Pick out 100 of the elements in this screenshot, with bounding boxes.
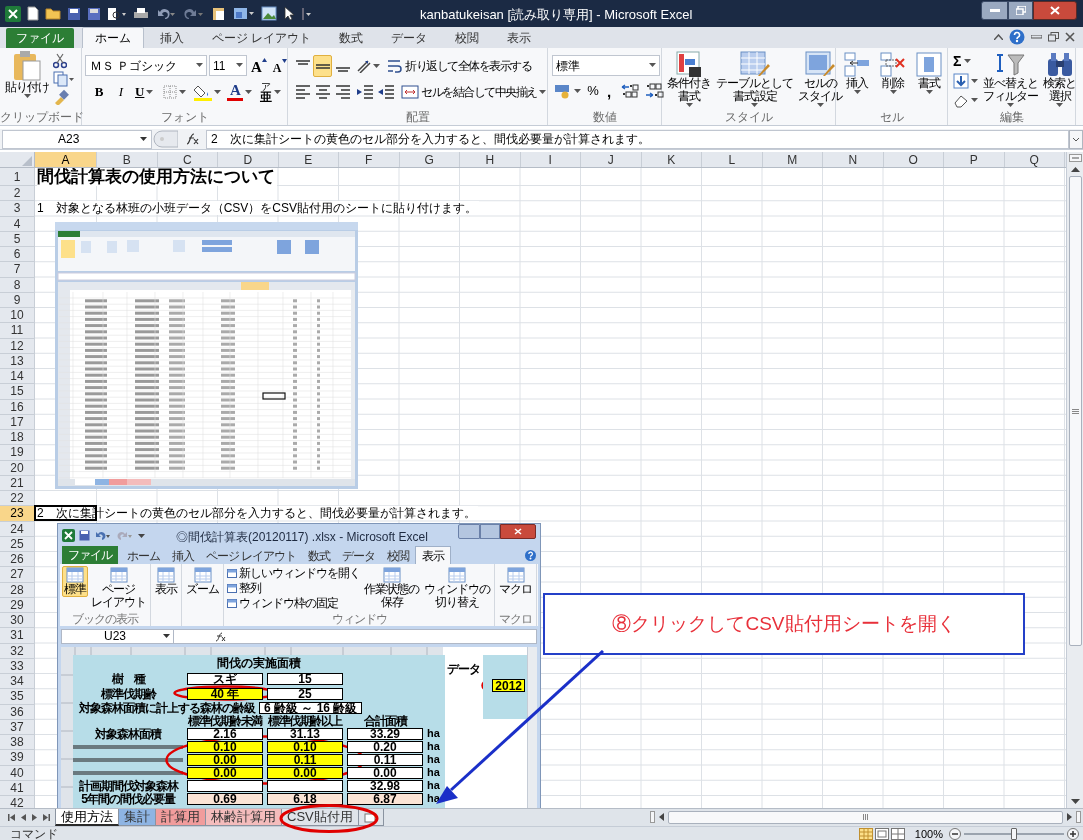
minimize-button[interactable]: [981, 1, 1008, 20]
ribbon-tab[interactable]: ページ レイアウト: [200, 547, 303, 564]
ribbon-tab[interactable]: 校閲: [441, 28, 494, 48]
name-box[interactable]: A23: [2, 129, 152, 149]
scroll-up-icon[interactable]: [1070, 166, 1080, 172]
decrease-decimal-button[interactable]: [643, 81, 665, 101]
sheet-tab[interactable]: CSV貼付用: [281, 809, 359, 826]
row-header[interactable]: 7: [0, 262, 35, 278]
scrollbar-thumb[interactable]: [1068, 176, 1082, 646]
customize-toolbar-icon[interactable]: [301, 6, 311, 21]
restore-icon[interactable]: [1048, 32, 1059, 42]
row-header[interactable]: 30: [0, 613, 35, 629]
row-header[interactable]: 39: [0, 750, 35, 766]
column-header[interactable]: F: [339, 152, 400, 167]
row-header[interactable]: 6: [0, 247, 35, 263]
autosum-button[interactable]: Σ: [951, 51, 980, 71]
undo-icon[interactable]: [94, 529, 112, 541]
ribbon-tab[interactable]: ホーム: [121, 547, 166, 564]
column-header[interactable]: H: [460, 152, 521, 167]
chart-window-icon[interactable]: [233, 6, 255, 21]
column-header[interactable]: K: [641, 152, 702, 167]
help-icon[interactable]: [525, 550, 536, 561]
row-header[interactable]: 27: [0, 567, 35, 583]
row-header[interactable]: 11: [0, 323, 35, 339]
ribbon-tab[interactable]: 数式: [325, 28, 378, 48]
ribbon-button[interactable]: 新しいウィンドウを開く: [226, 566, 361, 580]
restore-button[interactable]: [1008, 1, 1033, 20]
ribbon-tab[interactable]: ファイル: [62, 546, 118, 564]
fill-button[interactable]: [951, 72, 980, 91]
ribbon-button[interactable]: 貼り付け: [3, 51, 51, 110]
ribbon-tab[interactable]: 表示: [493, 28, 546, 48]
next-sheet-icon[interactable]: [32, 813, 37, 821]
bold-button[interactable]: B: [89, 81, 109, 103]
comma-button[interactable]: ,: [603, 81, 615, 101]
ribbon-button[interactable]: ページ レイアウト: [89, 566, 148, 610]
ribbon-button[interactable]: 表示: [153, 566, 179, 597]
ribbon-tab[interactable]: 挿入: [146, 28, 198, 48]
row-header[interactable]: 31: [0, 628, 35, 644]
expand-formula-icon[interactable]: [1069, 129, 1083, 149]
phonetic-button[interactable]: ア 亜: [258, 80, 284, 104]
borders-button[interactable]: [161, 82, 189, 102]
column-header[interactable]: C: [157, 152, 218, 167]
column-header[interactable]: J: [581, 152, 642, 167]
column-header[interactable]: Q: [1004, 152, 1065, 167]
pointer-icon[interactable]: [283, 6, 295, 21]
ribbon-button[interactable]: テーブルとして 書式設定: [714, 51, 795, 110]
ribbon-button[interactable]: 標準: [62, 566, 88, 597]
folder-icon[interactable]: [45, 7, 61, 20]
row-header[interactable]: 42: [0, 796, 35, 808]
ribbon-button[interactable]: 整列: [226, 581, 361, 595]
row-header[interactable]: 15: [0, 384, 35, 400]
document-icon[interactable]: [27, 6, 39, 21]
ribbon-button[interactable]: セルの スタイル: [796, 51, 844, 110]
ribbon-tab[interactable]: ページ レイアウト: [198, 28, 326, 48]
column-header[interactable]: P: [944, 152, 1005, 167]
row-header[interactable]: 3: [0, 201, 35, 217]
ribbon-tab[interactable]: データ: [336, 547, 382, 564]
ribbon-button[interactable]: ズーム: [184, 566, 221, 597]
row-header[interactable]: 10: [0, 308, 35, 324]
sheet-tab[interactable]: 集計: [118, 809, 156, 826]
font-size-field[interactable]: 11: [209, 55, 247, 76]
column-header[interactable]: M: [762, 152, 823, 167]
number-format-field[interactable]: 標準: [552, 55, 660, 76]
ribbon-tab[interactable]: ファイル: [6, 28, 74, 48]
row-header[interactable]: 34: [0, 674, 35, 690]
formula-bar[interactable]: U23: [61, 629, 537, 644]
ribbon-tab[interactable]: ホーム: [82, 27, 144, 48]
spreadsheet-logo-icon[interactable]: [5, 5, 21, 22]
close-button[interactable]: [1033, 1, 1077, 20]
ribbon-button[interactable]: ウィンドウ枠の固定: [226, 596, 361, 610]
ribbon-button[interactable]: 作業状態の 保存: [362, 566, 421, 610]
sheet-tab[interactable]: 使用方法: [55, 809, 119, 826]
ribbon-tab[interactable]: 挿入: [166, 547, 200, 564]
merge-center-button[interactable]: セルを結合して中央揃え: [399, 82, 548, 102]
scissors-icon[interactable]: [53, 53, 67, 69]
vertical-scrollbar[interactable]: [1066, 152, 1083, 808]
close-icon[interactable]: [1065, 32, 1075, 42]
column-header[interactable]: O: [883, 152, 944, 167]
ribbon-button[interactable]: 削除: [877, 51, 909, 110]
printer-icon[interactable]: [133, 6, 149, 21]
picture-frame-icon[interactable]: [261, 6, 277, 21]
sheet-tab[interactable]: 計算用: [155, 809, 206, 826]
scroll-left-icon[interactable]: [659, 813, 664, 821]
ribbon-button[interactable]: マクロ: [497, 566, 534, 597]
row-header[interactable]: 23: [0, 506, 35, 522]
row-header[interactable]: 26: [0, 552, 35, 568]
vertical-align-button[interactable]: [313, 55, 332, 77]
scrollbar-thumb[interactable]: [668, 810, 1063, 824]
last-sheet-icon[interactable]: [43, 813, 50, 821]
brush-icon[interactable]: [53, 89, 69, 105]
clipboard-icon[interactable]: [211, 6, 227, 21]
wrap-text-button[interactable]: 折り返して全体を表示する: [385, 56, 533, 76]
row-header[interactable]: 35: [0, 689, 35, 705]
page-break-view-icon[interactable]: [890, 827, 905, 840]
percent-button[interactable]: %: [585, 81, 601, 101]
row-header[interactable]: 18: [0, 430, 35, 446]
ribbon-tab[interactable]: 校閲: [381, 547, 416, 564]
first-sheet-icon[interactable]: [8, 813, 15, 821]
page-layout-view-icon[interactable]: [874, 827, 889, 840]
column-header[interactable]: L: [702, 152, 763, 167]
